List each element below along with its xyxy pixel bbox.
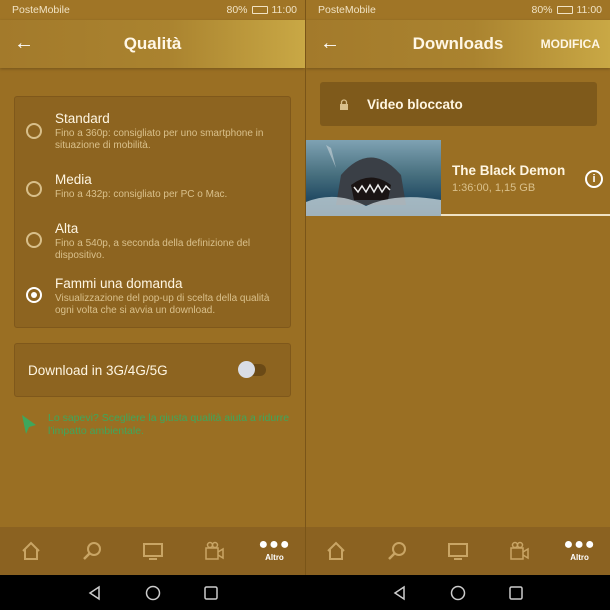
recents-square-icon[interactable] [508,585,524,601]
option-description: Fino a 360p: consigliato per uno smartph… [55,128,264,151]
item-divider [441,214,610,216]
quality-screen: PosteMobile 80% 11:00 ← Qualità Standard … [0,0,305,575]
video-meta: 1:36:00, 1,15 GB [452,182,536,194]
camera-icon [510,541,529,560]
battery-icon [251,6,268,14]
mobile-download-card: Download in 3G/4G/5G [14,343,291,397]
back-arrow-icon[interactable]: ← [14,32,34,54]
nav-search[interactable] [377,531,417,571]
app-header: ← Downloads MODIFICA [306,20,610,68]
carrier: PosteMobile [318,4,376,16]
search-icon [82,542,101,560]
option-description: Fino a 432p: consigliato per PC o Mac. [55,189,228,200]
nav-search[interactable] [72,531,112,571]
tv-icon [447,543,468,560]
radio-button[interactable] [26,181,42,197]
home-circle-icon[interactable] [450,585,466,601]
locked-videos-row[interactable]: Video bloccato [320,82,597,126]
time: 11:00 [271,4,298,16]
nav-more-label: Altro [570,553,589,562]
nav-more[interactable]: ●●● Altro [255,531,295,571]
option-description: Fino a 540p, a seconda della definizione… [55,238,251,261]
nav-camera[interactable] [194,531,234,571]
nav-home[interactable] [316,531,356,571]
recents-square-icon[interactable] [203,585,219,601]
back-triangle-icon[interactable] [392,585,408,601]
radio-button-selected[interactable] [26,287,42,303]
bottom-nav: ●●● Altro [306,527,610,575]
radio-button[interactable] [26,123,42,139]
video-title: The Black Demon [452,163,566,178]
info-icon[interactable]: i [585,170,603,188]
battery-level: 80% [531,4,553,16]
nav-tv[interactable] [133,531,173,571]
leaf-icon [22,415,36,434]
radio-button[interactable] [26,232,42,248]
page-title: Downloads [412,34,504,53]
locked-videos-label: Video bloccato [367,96,463,112]
page-title: Qualità [123,34,182,53]
tv-icon [142,543,163,560]
system-nav-bar [305,575,610,610]
option-label: Alta [55,221,79,236]
more-icon: ●●● [258,536,291,553]
nav-camera[interactable] [499,531,539,571]
eco-tip: Lo sapevi? Scegliere la giusta qualità a… [48,412,290,437]
more-icon: ●●● [563,536,596,553]
option-description: Visualizzazione del pop-up di scelta del… [55,293,270,316]
nav-home[interactable] [11,531,51,571]
nav-more[interactable]: ●●● Altro [560,531,600,571]
camera-icon [204,541,224,560]
status-bar: PosteMobile 80% 11:00 [0,0,305,20]
option-label: Fammi una domanda [55,276,183,291]
back-triangle-icon[interactable] [87,585,103,601]
lock-icon [340,98,348,110]
mobile-download-toggle[interactable] [238,361,266,378]
nav-more-label: Altro [265,553,284,562]
download-item[interactable]: The Black Demon 1:36:00, 1,15 GB i [306,140,610,216]
mobile-download-label: Download in 3G/4G/5G [28,363,168,378]
option-label: Media [55,172,92,187]
back-arrow-icon[interactable]: ← [320,32,340,54]
home-icon [21,541,40,560]
video-thumbnail [306,140,441,216]
quality-options-card: Standard Fino a 360p: consigliato per un… [14,96,291,328]
bottom-nav: ●●● Altro [0,527,305,575]
nav-tv[interactable] [438,531,478,571]
status-bar: PosteMobile 80% 11:00 [306,0,610,20]
edit-button[interactable]: MODIFICA [541,37,600,51]
search-icon [388,542,407,560]
battery-level: 80% [226,4,248,16]
time: 11:00 [576,4,603,16]
option-label: Standard [55,111,110,126]
home-icon [327,541,346,560]
app-header: ← Qualità [0,20,305,68]
battery-icon [556,6,573,14]
system-nav-bar [0,575,305,610]
home-circle-icon[interactable] [145,585,161,601]
carrier: PosteMobile [12,4,70,16]
downloads-screen: PosteMobile 80% 11:00 ← Downloads MODIFIC… [305,0,610,575]
